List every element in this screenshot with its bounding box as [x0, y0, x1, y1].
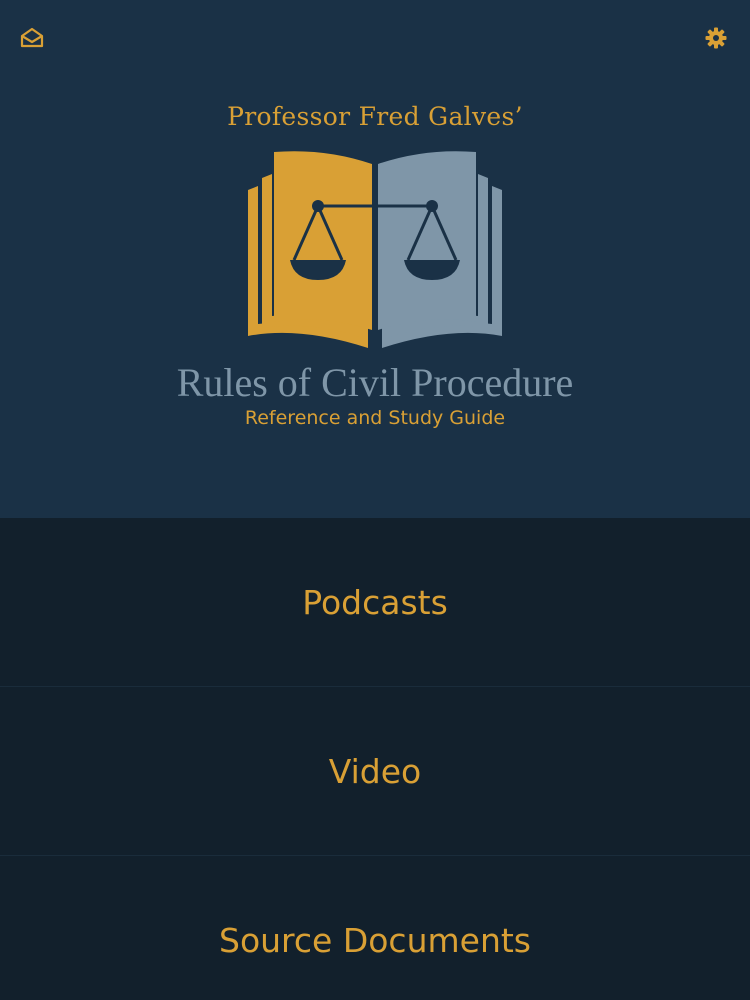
mail-button[interactable] [18, 24, 46, 52]
menu-item-podcasts[interactable]: Podcasts [0, 518, 750, 687]
menu-item-source-documents[interactable]: Source Documents [0, 856, 750, 1000]
mail-icon [20, 27, 44, 48]
settings-button[interactable] [702, 24, 730, 52]
app-header: Professor Fred Galves’ Rules of Civil Pr… [0, 0, 750, 518]
logo-subtitle: Reference and Study Guide [244, 407, 506, 429]
logo-author: Professor Fred Galves’ [227, 102, 523, 131]
menu-item-label: Podcasts [302, 582, 448, 622]
main-menu: Podcasts Video Source Documents [0, 518, 750, 1000]
menu-item-video[interactable]: Video [0, 687, 750, 856]
menu-item-label: Source Documents [219, 921, 531, 960]
gear-icon [705, 27, 727, 49]
menu-item-label: Video [328, 751, 422, 791]
logo-title: Rules of Civil Procedure [176, 360, 574, 405]
book-scales-icon [248, 151, 502, 348]
app-logo: Professor Fred Galves’ Rules of Civil Pr… [0, 100, 750, 431]
